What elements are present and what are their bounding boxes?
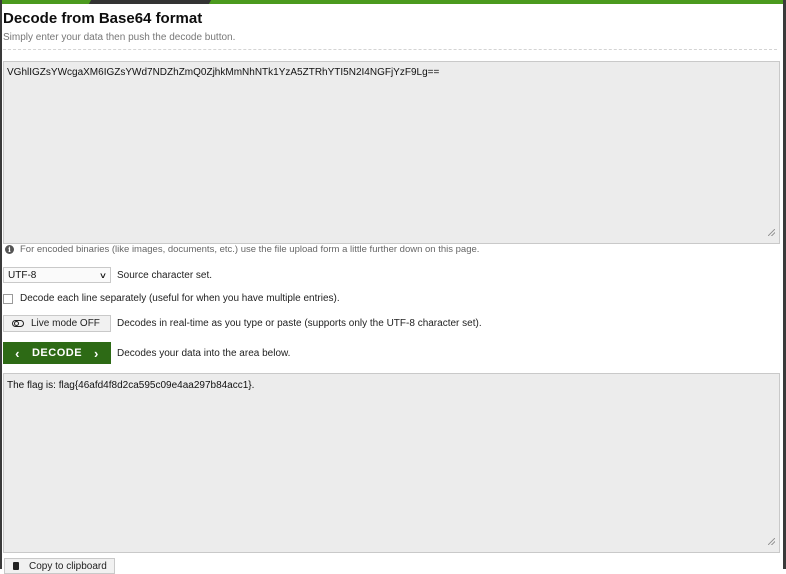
file-upload-hint: i For encoded binaries (like images, doc… (5, 244, 479, 255)
charset-label: Source character set. (117, 269, 213, 281)
input-resize-handle[interactable] (768, 229, 775, 236)
file-upload-hint-text: For encoded binaries (like images, docum… (20, 244, 480, 255)
copy-button-label: Copy to clipboard (29, 560, 107, 572)
page-subtitle: Simply enter your data then push the dec… (3, 32, 236, 43)
charset-select[interactable]: UTF-8 ∨ (3, 267, 111, 283)
separate-lines-label: Decode each line separately (useful for … (20, 293, 340, 304)
page-title: Decode from Base64 format (3, 10, 203, 27)
live-mode-button[interactable]: Live mode OFF (3, 315, 111, 332)
live-mode-button-label: Live mode OFF (31, 318, 100, 329)
decode-button[interactable]: ‹ DECODE › (3, 342, 111, 364)
separate-lines-row: Decode each line separately (useful for … (3, 293, 340, 304)
live-mode-row: Live mode OFF Decodes in real-time as yo… (3, 315, 482, 332)
info-icon: i (5, 245, 14, 254)
copy-to-clipboard-button[interactable]: Copy to clipboard (4, 558, 115, 574)
charset-row: UTF-8 ∨ Source character set. (3, 267, 212, 283)
output-resize-handle[interactable] (768, 538, 775, 545)
decode-button-label: DECODE (31, 347, 83, 359)
separate-lines-checkbox[interactable] (3, 293, 13, 304)
chevron-down-icon: ∨ (98, 270, 108, 280)
base64-input[interactable]: VGhlIGZsYWcgaXM6IGZsYWd7NDZhZmQ0ZjhkMmNh… (3, 61, 780, 244)
title-divider (3, 49, 777, 50)
charset-selected-value: UTF-8 (8, 269, 37, 281)
toggle-icon (12, 320, 24, 327)
decode-row: ‹ DECODE › Decodes your data into the ar… (3, 342, 290, 364)
chevron-left-icon: ‹ (15, 345, 20, 361)
chevron-right-icon: › (94, 345, 99, 361)
decode-label: Decodes your data into the area below. (117, 347, 291, 359)
top-accent-shape (88, 0, 212, 4)
window-frame-left (0, 0, 2, 569)
live-mode-label: Decodes in real-time as you type or past… (117, 318, 482, 329)
decoded-output[interactable]: The flag is: flag{46afd4f8d2ca595c09e4aa… (3, 373, 780, 553)
